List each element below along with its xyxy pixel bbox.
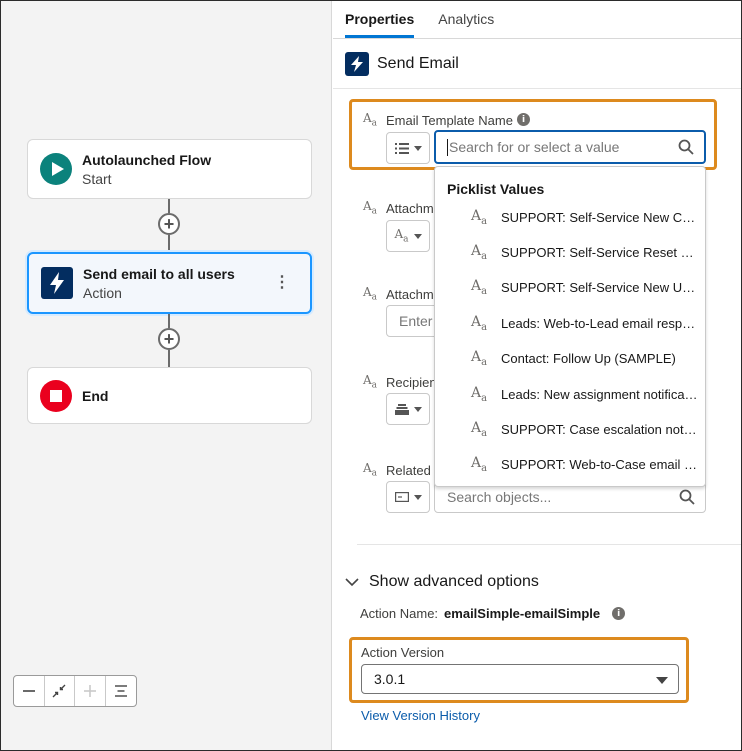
connector-line: [168, 199, 170, 213]
attachment-field-label: Attachm: [386, 287, 434, 302]
callout-highlight: [349, 637, 689, 703]
text-type-icon: Aa: [363, 461, 378, 479]
flow-builder-window: Autolaunched Flow Start + Send email to …: [0, 0, 742, 751]
callout-highlight: [349, 99, 717, 170]
text-type-icon: Aa: [394, 227, 409, 245]
text-type-icon: Aa: [471, 243, 488, 262]
text-type-icon: Aa: [363, 199, 378, 217]
picklist-option[interactable]: Aa Leads: Web-to-Lead email respo...: [435, 306, 705, 341]
picklist-option[interactable]: Aa SUPPORT: Self-Service New Use...: [435, 270, 705, 305]
text-type-icon: Aa: [471, 278, 488, 297]
add-element-button[interactable]: +: [158, 213, 180, 235]
connector-line: [168, 314, 170, 328]
action-name-label: Action Name:: [360, 606, 439, 621]
recipient-field-label: Recipien: [386, 375, 437, 390]
text-type-icon: Aa: [471, 385, 488, 404]
lightning-icon: [345, 51, 369, 76]
search-objects-placeholder: Search objects...: [447, 489, 552, 505]
tab-analytics[interactable]: Analytics: [438, 11, 494, 38]
text-type-icon: Aa: [363, 285, 378, 303]
stop-icon: [40, 379, 72, 412]
search-icon: [679, 489, 695, 505]
picklist-option[interactable]: Aa SUPPORT: Web-to-Case email re...: [435, 447, 705, 482]
end-node-title: End: [82, 387, 109, 404]
auto-layout-button[interactable]: [106, 676, 136, 706]
lightning-icon: [41, 267, 73, 299]
related-record-field-label: Related I: [386, 463, 439, 478]
text-type-icon: Aa: [471, 349, 488, 368]
action-node-title: Send email to all users: [83, 265, 235, 282]
text-type-icon: Aa: [471, 208, 488, 227]
text-type-icon: Aa: [471, 314, 488, 333]
view-version-history-link[interactable]: View Version History: [361, 708, 480, 723]
chevron-down-icon: [413, 233, 422, 239]
section-divider: [357, 544, 741, 545]
panel-header: Send Email: [333, 39, 741, 89]
enter-placeholder: Enter: [399, 313, 433, 329]
connector-line: [168, 350, 170, 367]
resource-type-button[interactable]: [386, 393, 430, 425]
more-actions-icon[interactable]: ⋮: [274, 275, 290, 291]
play-icon: [40, 153, 72, 185]
attachment-field-label: Attachm: [386, 201, 434, 216]
picklist-option[interactable]: Aa Leads: New assignment notificati...: [435, 377, 705, 412]
chevron-down-icon: [345, 577, 359, 586]
picklist-option[interactable]: Aa SUPPORT: Self-Service Reset Pa...: [435, 235, 705, 270]
chevron-down-icon: [413, 406, 422, 412]
info-icon[interactable]: i: [612, 607, 626, 620]
panel-tabs: Properties Analytics: [333, 1, 741, 39]
record-icon: [394, 492, 409, 502]
start-node-title: Autolaunched Flow: [82, 151, 212, 168]
zoom-out-button[interactable]: [14, 676, 45, 706]
picklist-option[interactable]: Aa SUPPORT: Self-Service New Co...: [435, 200, 705, 235]
tab-properties[interactable]: Properties: [345, 11, 415, 38]
start-node-subtitle: Start: [82, 170, 112, 187]
start-node[interactable]: Autolaunched Flow Start: [27, 139, 312, 199]
picklist-dropdown: Picklist Values Aa SUPPORT: Self-Service …: [434, 166, 706, 487]
action-name-value: emailSimple-emailSimple: [444, 606, 601, 621]
flow-canvas[interactable]: Autolaunched Flow Start + Send email to …: [1, 1, 332, 750]
show-advanced-toggle[interactable]: Show advanced options: [345, 573, 539, 591]
picklist-option[interactable]: Aa SUPPORT: Case escalation notifi...: [435, 412, 705, 447]
collection-icon: [394, 403, 409, 415]
resource-type-button[interactable]: [386, 481, 430, 513]
action-node-send-email[interactable]: Send email to all users Action ⋮: [27, 252, 312, 314]
add-element-button[interactable]: +: [158, 328, 180, 350]
chevron-down-icon: [413, 494, 422, 500]
connector-line: [168, 235, 170, 253]
panel-title: Send Email: [377, 54, 459, 72]
action-name-row: Action Name: emailSimple-emailSimple i: [360, 606, 626, 621]
zoom-in-button[interactable]: [75, 676, 106, 706]
text-type-icon: Aa: [471, 455, 488, 474]
zoom-controls: [13, 675, 137, 707]
action-node-subtitle: Action: [83, 284, 122, 301]
picklist-option[interactable]: Aa Contact: Follow Up (SAMPLE): [435, 341, 705, 376]
text-type-icon: Aa: [363, 373, 378, 391]
picklist-heading: Picklist Values: [447, 181, 545, 197]
end-node[interactable]: End: [27, 367, 312, 424]
resource-type-button[interactable]: Aa: [386, 220, 430, 252]
fit-view-button[interactable]: [45, 676, 75, 706]
text-type-icon: Aa: [471, 420, 488, 439]
advanced-options-label: Show advanced options: [369, 573, 539, 590]
